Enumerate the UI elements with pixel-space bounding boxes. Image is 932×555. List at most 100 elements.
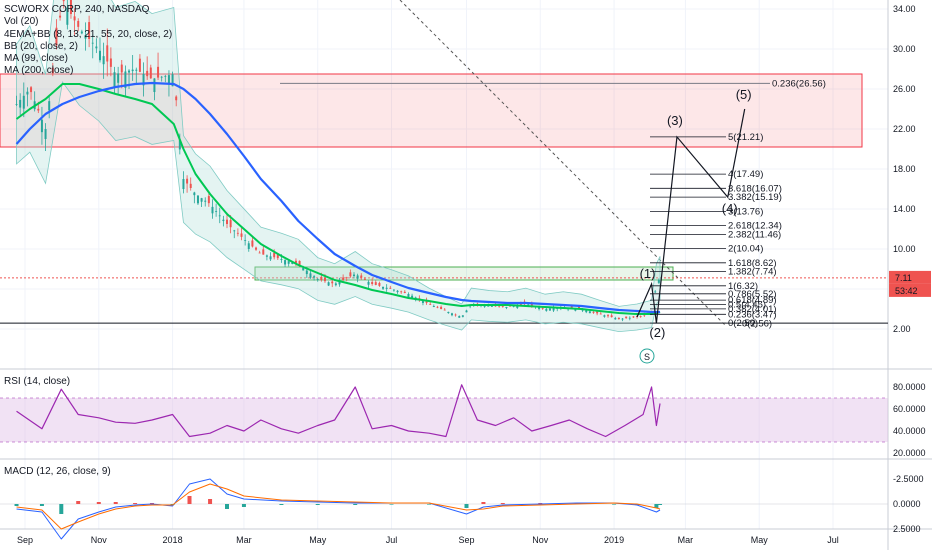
macd-histogram-bar xyxy=(96,502,101,504)
candle-body xyxy=(353,274,356,277)
macd-histogram-bar xyxy=(208,499,213,504)
time-axis-tick: May xyxy=(751,535,769,545)
candle-body xyxy=(175,96,178,101)
candle-body xyxy=(309,273,312,278)
time-axis-tick: Jul xyxy=(827,535,839,545)
candle-body xyxy=(367,281,370,285)
candle-body xyxy=(182,179,185,190)
time-axis-tick: Mar xyxy=(236,535,252,545)
candle-body xyxy=(657,279,660,283)
candle-body xyxy=(625,316,628,319)
candle-body xyxy=(247,243,250,249)
macd-histogram-bar xyxy=(500,503,505,504)
macd-histogram-bar xyxy=(241,504,246,507)
candle-body xyxy=(40,119,43,133)
candle-body xyxy=(374,282,377,285)
candle-body xyxy=(255,247,258,250)
candle-body xyxy=(545,308,548,311)
candle-body xyxy=(421,301,424,303)
candle-body xyxy=(443,309,446,311)
candle-body xyxy=(323,277,326,282)
macd-histogram-bar xyxy=(39,504,44,506)
candle-body xyxy=(490,306,493,307)
macd-histogram-bar xyxy=(59,504,64,514)
candle-body xyxy=(548,308,551,311)
macd-label[interactable]: MACD (12, 26, close, 9) xyxy=(4,466,111,478)
candle-body xyxy=(621,318,624,320)
indicator-label[interactable]: Vol (20) xyxy=(4,16,172,28)
candle-body xyxy=(614,318,617,320)
candle-body xyxy=(599,313,602,315)
split-marker-letter: S xyxy=(644,352,650,362)
candle-body xyxy=(26,91,29,95)
fib-level-label: 0.236(26.56) xyxy=(772,78,826,89)
candle-body xyxy=(305,270,308,275)
candle-body xyxy=(429,304,432,305)
rsi-axis-tick: 40.0000 xyxy=(893,426,926,436)
macd-histogram-bar xyxy=(225,504,229,509)
candle-body xyxy=(385,287,388,289)
candle-body xyxy=(186,178,189,184)
candle-body xyxy=(440,306,443,309)
candle-body xyxy=(236,232,239,234)
indicator-label[interactable]: MA (200, close) xyxy=(4,65,172,77)
rsi-label[interactable]: RSI (14, close) xyxy=(4,376,70,388)
candle-body xyxy=(215,211,218,212)
candle-body xyxy=(229,220,232,228)
candle-body xyxy=(342,277,345,280)
candle-body xyxy=(222,219,225,222)
candle-body xyxy=(207,196,210,204)
candle-body xyxy=(200,198,203,202)
candle-body xyxy=(193,192,196,196)
macd-histogram-bar xyxy=(612,504,617,505)
price-axis-tick: 2.00 xyxy=(893,324,911,334)
macd-signal-line xyxy=(16,483,661,530)
rsi-axis-tick: 20.0000 xyxy=(893,448,926,458)
candle-body xyxy=(505,306,508,309)
candle-body xyxy=(632,316,635,318)
time-axis-tick: Jul xyxy=(386,535,398,545)
elliott-wave-label: (3) xyxy=(667,113,683,128)
candle-body xyxy=(320,276,323,281)
candle-body xyxy=(280,259,283,260)
macd-axis-tick: 0.0000 xyxy=(893,499,921,509)
candle-body xyxy=(211,206,214,214)
macd-histogram-bar xyxy=(279,504,284,505)
candle-body xyxy=(331,281,334,284)
elliott-wave-label: (1) xyxy=(640,266,656,281)
candle-body xyxy=(37,108,40,111)
candle-body xyxy=(273,252,276,258)
indicator-label[interactable]: BB (20, close, 2) xyxy=(4,41,172,53)
fib-level-label: 2.382(11.46) xyxy=(728,229,781,240)
candle-body xyxy=(389,287,392,289)
chart-legend: SCWORX CORP, 240, NASDAQ Vol (20) 4EMA+B… xyxy=(4,4,172,78)
candle-body xyxy=(316,279,319,280)
candle-body xyxy=(15,104,18,105)
candle-body xyxy=(603,315,606,317)
candle-body xyxy=(226,219,228,224)
candle-body xyxy=(204,200,207,202)
candle-body xyxy=(262,249,265,255)
candle-body xyxy=(44,129,47,140)
candle-body xyxy=(240,233,243,237)
macd-pane xyxy=(0,478,888,540)
candle-body xyxy=(432,306,435,307)
candle-body xyxy=(461,315,464,317)
candle-body xyxy=(382,286,385,289)
rsi-band xyxy=(0,398,888,442)
time-axis-tick: Nov xyxy=(91,535,108,545)
last-price-value: 7.11 xyxy=(895,273,912,283)
chart-stage: 0.236(26.56) 5(21.21) 4(17.49) 3.618(16.07)… xyxy=(0,0,932,555)
candle-body xyxy=(62,0,65,2)
indicator-label[interactable]: MA (99, close) xyxy=(4,53,172,65)
macd-histogram-bar xyxy=(464,504,469,508)
time-axis-tick: 2019 xyxy=(604,535,624,545)
candle-body xyxy=(639,316,642,317)
fib-level-label: 1.382(7.74) xyxy=(728,267,777,278)
chart-title[interactable]: SCWORX CORP, 240, NASDAQ xyxy=(4,4,172,16)
macd-histogram-bar xyxy=(427,504,431,505)
candle-body xyxy=(454,314,457,316)
macd-histogram-bar xyxy=(389,504,394,505)
indicator-label[interactable]: 4EMA+BB (8, 13, 21, 55, 20, close, 2) xyxy=(4,29,172,41)
candle-body xyxy=(258,252,261,254)
